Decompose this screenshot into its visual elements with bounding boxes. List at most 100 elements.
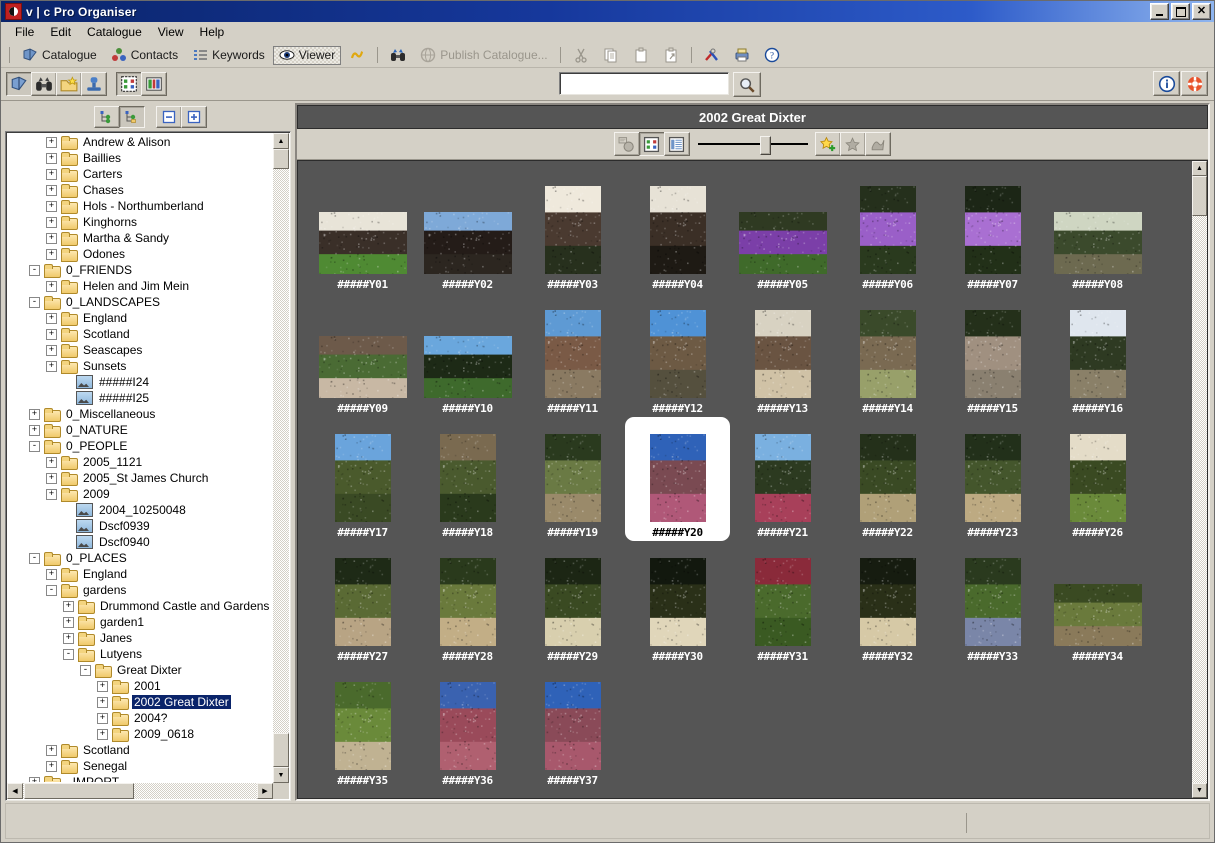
toolbar-contacts-button[interactable]: Contacts (105, 46, 184, 65)
search-button[interactable] (733, 72, 761, 97)
thumbnail-image[interactable] (439, 434, 496, 522)
tree-node[interactable]: + Martha & Sandy (8, 230, 272, 246)
thumbnail-cell[interactable]: #####Y08 (1045, 169, 1150, 293)
thumbnail-image[interactable] (859, 558, 916, 646)
toolbar-tools-button[interactable] (698, 46, 726, 65)
tree-node[interactable]: + Hols - Northumberland (8, 198, 272, 214)
thumbnail-image[interactable] (423, 336, 512, 398)
toolbar-paste-button[interactable] (627, 46, 655, 65)
thumbnail-cell[interactable]: #####Y05 (730, 169, 835, 293)
thumbnail-cell[interactable]: #####Y31 (730, 541, 835, 665)
thumbnail-cell[interactable]: #####Y16 (1045, 293, 1150, 417)
tree-node[interactable]: - 0_LANDSCAPES (8, 294, 272, 310)
detail-view-button[interactable] (141, 72, 167, 96)
thumbnail-cell[interactable]: #####Y19 (520, 417, 625, 541)
tree-expand-icon[interactable]: + (46, 568, 57, 580)
grid-scroll-thumb[interactable] (1192, 176, 1207, 216)
thumbnail-image[interactable] (423, 212, 512, 274)
toolbar-catalogue-button[interactable]: Catalogue (16, 46, 103, 65)
thumbnail-cell[interactable]: #####Y09 (310, 293, 415, 417)
tree-node[interactable]: + Odones (8, 246, 272, 262)
tree-horizontal-scrollbar[interactable]: ◀ ▶ (7, 783, 273, 799)
tree-node[interactable]: +2002 Great Dixter (8, 694, 272, 710)
tree-expand-icon[interactable]: + (63, 616, 74, 628)
tree-expand-icon[interactable]: + (46, 216, 57, 228)
tree-node[interactable]: - 0_FRIENDS (8, 262, 272, 278)
thumbnail-cell[interactable]: #####Y30 (625, 541, 730, 665)
toolbar-viewer-button[interactable]: Viewer (272, 45, 342, 65)
favourite-button[interactable] (839, 132, 866, 156)
toolbar-keywords-button[interactable]: Keywords (186, 46, 271, 65)
minimize-button[interactable] (1150, 3, 1169, 20)
tree-node[interactable]: +2001 (8, 678, 272, 694)
thumbnail-image[interactable] (859, 434, 916, 522)
tree-scroll-left-button[interactable]: ◀ (7, 783, 23, 799)
thumbnail-image[interactable] (318, 212, 407, 274)
thumbnail-cell[interactable]: #####Y04 (625, 169, 730, 293)
tree-expand-icon[interactable]: + (63, 632, 74, 644)
close-button[interactable]: ✕ (1192, 3, 1211, 20)
tree-node[interactable]: +2004? (8, 710, 272, 726)
thumbnail-image[interactable] (754, 310, 811, 398)
thumbnail-cell[interactable]: #####Y32 (835, 541, 940, 665)
tree-expand-icon[interactable]: + (97, 680, 108, 692)
menu-item-edit[interactable]: Edit (42, 23, 79, 41)
toolbar-copy-button[interactable] (597, 46, 625, 65)
thumbnail-cell[interactable]: #####Y28 (415, 541, 520, 665)
tree-node[interactable]: +2005_St James Church (8, 470, 272, 486)
tag-button[interactable] (864, 132, 891, 156)
tree-node[interactable]: - 0_PEOPLE (8, 438, 272, 454)
menu-item-catalogue[interactable]: Catalogue (79, 23, 150, 41)
tree-node[interactable]: + garden1 (8, 614, 272, 630)
thumbnail-cell[interactable]: #####Y12 (625, 293, 730, 417)
tree-mode-b-button[interactable] (119, 106, 145, 128)
tree-expand-icon[interactable]: + (29, 408, 40, 420)
tree-scroll-up-button[interactable]: ▲ (273, 133, 289, 149)
thumbnail-image[interactable] (859, 310, 916, 398)
info-button[interactable] (1153, 71, 1180, 96)
tree-node[interactable]: #####I24 (8, 374, 272, 390)
thumbnail-image[interactable] (649, 558, 706, 646)
thumbnail-image[interactable] (649, 186, 706, 274)
thumbnail-cell[interactable]: #####Y27 (310, 541, 415, 665)
toolbar-help-button[interactable]: ? (758, 46, 786, 65)
thumbnail-cell[interactable]: #####Y01 (310, 169, 415, 293)
thumbnail-image[interactable] (964, 434, 1021, 522)
thumbnail-image[interactable] (964, 310, 1021, 398)
tree-expand-icon[interactable]: + (46, 152, 57, 164)
stamp-button[interactable] (81, 72, 107, 96)
tree-expand-icon[interactable]: + (46, 360, 57, 372)
tree-node[interactable]: + Sunsets (8, 358, 272, 374)
thumbnail-image[interactable] (649, 434, 706, 522)
thumbnail-image[interactable] (544, 310, 601, 398)
thumbnail-cell[interactable]: #####Y06 (835, 169, 940, 293)
tree-expand-icon[interactable]: + (46, 184, 57, 196)
tree-node[interactable]: +0_Miscellaneous (8, 406, 272, 422)
tree-collapse-icon[interactable]: - (29, 552, 40, 564)
tree-expand-icon[interactable]: + (97, 712, 108, 724)
thumbnail-cell[interactable]: #####Y07 (940, 169, 1045, 293)
tree-expand-icon[interactable]: + (46, 248, 57, 260)
grid-scroll-down-button[interactable]: ▼ (1192, 783, 1207, 798)
tree-expand-icon[interactable]: + (46, 328, 57, 340)
tree-collapse-icon[interactable]: - (29, 440, 40, 452)
thumbnail-cell[interactable]: #####Y10 (415, 293, 520, 417)
tree-node[interactable]: - 0_PLACES (8, 550, 272, 566)
tree-node[interactable]: + Scotland (8, 326, 272, 342)
thumbnail-cell[interactable]: #####Y22 (835, 417, 940, 541)
tree-node[interactable]: - gardens (8, 582, 272, 598)
tree-node[interactable]: - Lutyens (8, 646, 272, 662)
tree-node[interactable]: + Janes (8, 630, 272, 646)
tree-node[interactable]: + Drummond Castle and Gardens (8, 598, 272, 614)
thumbnail-image[interactable] (859, 186, 916, 274)
tree-node[interactable]: + Andrew & Alison (8, 134, 272, 150)
toolbar-cut-button[interactable] (567, 46, 595, 65)
tree-expand-icon[interactable]: + (46, 344, 57, 356)
thumbnail-image[interactable] (964, 186, 1021, 274)
tree-vertical-scrollbar[interactable]: ▲ ▼ (273, 133, 289, 783)
list-view-button[interactable] (663, 132, 690, 156)
tree-node[interactable]: 2004_10250048 (8, 502, 272, 518)
tree-expand-icon[interactable]: + (46, 488, 57, 500)
search-input[interactable] (559, 72, 729, 95)
menu-item-file[interactable]: File (7, 23, 42, 41)
